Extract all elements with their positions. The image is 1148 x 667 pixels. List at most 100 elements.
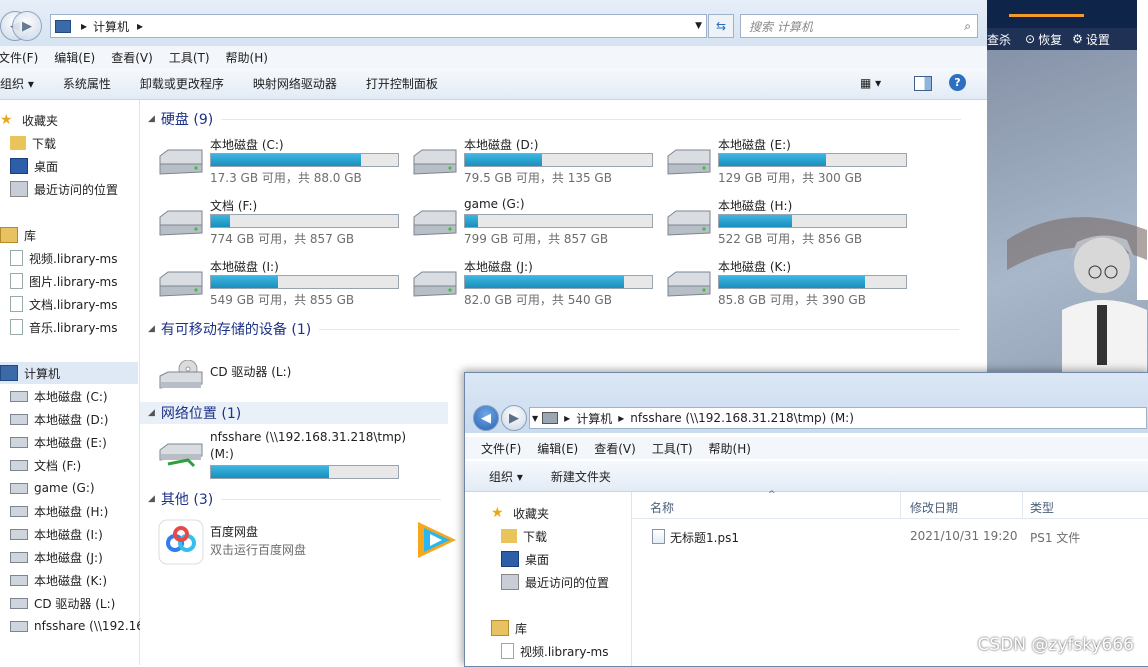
group-header-removable[interactable]: ◢ 有可移动存储的设备 (1) xyxy=(148,319,960,339)
recent-places-icon xyxy=(501,574,519,590)
disk-name: 本地磁盘 (H:) xyxy=(718,199,793,213)
w2-organize-button[interactable]: 组织 ▾ xyxy=(489,468,523,485)
w2-nav-favorites[interactable]: ★ 收藏夹 xyxy=(491,502,549,524)
nav-drive-item[interactable]: 文档 (F:) xyxy=(10,454,81,476)
disk-usage-bar xyxy=(718,214,907,228)
w2-nav-item-downloads[interactable]: 下载 xyxy=(501,525,547,547)
new-folder-button[interactable]: 新建文件夹 xyxy=(551,468,611,485)
column-type[interactable]: 类型 xyxy=(1030,499,1054,516)
network-drive-tile[interactable]: nfsshare (\\192.168.31.218\tmp) (M:) xyxy=(158,430,438,486)
w2-address-bar[interactable]: ▼ ▸ 计算机 ▸ nfsshare (\\192.168.31.218\tmp… xyxy=(529,407,1147,429)
search-input[interactable]: 搜索 计算机 ⌕ xyxy=(740,14,978,38)
help-icon[interactable]: ? xyxy=(949,74,966,91)
nav-drive-item[interactable]: nfsshare (\\192.168 xyxy=(10,615,152,637)
file-icon xyxy=(10,319,23,335)
tencent-video-icon[interactable] xyxy=(412,518,462,562)
usage-fill xyxy=(211,276,279,288)
preview-pane-icon[interactable] xyxy=(914,76,932,91)
disk-free-space: 82.0 GB 可用，共 540 GB xyxy=(464,293,612,307)
nav-library-documents[interactable]: 文档.library-ms xyxy=(10,293,117,315)
w2-menu-bar: 文件(F) 编辑(E) 查看(V) 工具(T) 帮助(H) xyxy=(465,437,1148,459)
baidu-netdisk-icon xyxy=(158,519,204,565)
menu-tools[interactable]: 工具(T) xyxy=(169,49,210,66)
nav-drive-item[interactable]: game (G:) xyxy=(10,477,95,499)
disk-tile[interactable]: 本地磁盘 (E:) 129 GB 可用，共 300 GB xyxy=(666,136,916,192)
nav-library-pictures[interactable]: 图片.library-ms xyxy=(10,270,117,292)
hard-drive-icon xyxy=(159,149,203,175)
address-bar[interactable]: ▸ 计算机 ▸ ▼ xyxy=(50,14,707,38)
system-properties-button[interactable]: 系统属性 xyxy=(63,75,111,92)
organize-button[interactable]: 组织 ▾ xyxy=(0,75,34,92)
nav-drive-item[interactable]: 本地磁盘 (H:) xyxy=(10,500,108,522)
menu-edit[interactable]: 编辑(E) xyxy=(54,49,95,66)
group-header-other[interactable]: ◢ 其他 (3) xyxy=(148,489,442,509)
w2-breadcrumb-computer[interactable]: 计算机 xyxy=(576,410,612,427)
bg-restore-button[interactable]: 恢复 xyxy=(1038,31,1062,48)
nav-item-downloads[interactable]: 下载 xyxy=(10,132,56,154)
forward-button[interactable]: ▶ xyxy=(12,11,42,41)
disk-tile[interactable]: 本地磁盘 (C:) 17.3 GB 可用，共 88.0 GB xyxy=(158,136,408,192)
menu-file[interactable]: 文件(F) xyxy=(0,49,38,66)
menu-help[interactable]: 帮助(H) xyxy=(226,49,268,66)
disk-tile[interactable]: 本地磁盘 (H:) 522 GB 可用，共 856 GB xyxy=(666,197,916,253)
disk-tile[interactable]: 本地磁盘 (K:) 85.8 GB 可用，共 390 GB xyxy=(666,258,916,314)
bg-app-progress xyxy=(1009,14,1084,17)
nav-favorites[interactable]: ★ 收藏夹 xyxy=(0,109,58,131)
w2-menu-file[interactable]: 文件(F) xyxy=(481,440,521,457)
open-control-panel-button[interactable]: 打开控制面板 xyxy=(366,75,438,92)
disk-tile[interactable]: 文档 (F:) 774 GB 可用，共 857 GB xyxy=(158,197,408,253)
nav-library-video[interactable]: 视频.library-ms xyxy=(10,247,117,269)
baidu-netdisk-tile[interactable]: 百度网盘 双击运行百度网盘 xyxy=(158,519,408,575)
usage-fill xyxy=(465,276,624,288)
disk-tile[interactable]: 本地磁盘 (I:) 549 GB 可用，共 855 GB xyxy=(158,258,408,314)
bg-settings-button[interactable]: 设置 xyxy=(1086,31,1110,48)
w2-forward-button[interactable]: ▶ xyxy=(501,405,527,431)
nav-drive-item[interactable]: 本地磁盘 (C:) xyxy=(10,385,108,407)
w2-menu-edit[interactable]: 编辑(E) xyxy=(537,440,578,457)
w2-menu-help[interactable]: 帮助(H) xyxy=(709,440,751,457)
w2-nav-item-desktop[interactable]: 桌面 xyxy=(501,548,549,570)
nav-drive-item[interactable]: 本地磁盘 (E:) xyxy=(10,431,107,453)
dropdown-arrow-icon[interactable]: ▼ xyxy=(695,21,702,31)
disk-tile[interactable]: game (G:) 799 GB 可用，共 857 GB xyxy=(412,197,662,253)
menu-view[interactable]: 查看(V) xyxy=(111,49,153,66)
gear-icon: ⚙ xyxy=(1072,32,1083,46)
column-name[interactable]: 名称 xyxy=(650,499,674,516)
group-header-hdd[interactable]: ◢ 硬盘 (9) xyxy=(148,109,962,129)
nav-item-recent[interactable]: 最近访问的位置 xyxy=(10,178,118,200)
nav-item-desktop[interactable]: 桌面 xyxy=(10,155,58,177)
group-header-network[interactable]: ◢ 网络位置 (1) xyxy=(140,402,448,424)
bg-kill-button[interactable]: 查杀 xyxy=(987,31,1011,48)
breadcrumb-computer[interactable]: 计算机 xyxy=(93,18,129,35)
nav-drive-item[interactable]: 本地磁盘 (I:) xyxy=(10,523,103,545)
nav-drive-item[interactable]: 本地磁盘 (D:) xyxy=(10,408,108,430)
map-network-drive-button[interactable]: 映射网络驱动器 xyxy=(253,75,337,92)
uninstall-program-button[interactable]: 卸载或更改程序 xyxy=(140,75,224,92)
nav-drive-item[interactable]: 本地磁盘 (K:) xyxy=(10,569,107,591)
view-options-icon[interactable]: ▦ ▾ xyxy=(860,76,886,90)
table-row[interactable]: 无标题1.ps1 2021/10/31 19:20 PS1 文件 xyxy=(632,526,1148,546)
w2-breadcrumb-share[interactable]: nfsshare (\\192.168.31.218\tmp) (M:) xyxy=(630,411,854,425)
network-drive-icon xyxy=(10,620,28,632)
column-date-modified[interactable]: 修改日期 xyxy=(910,499,958,516)
powershell-file-icon xyxy=(652,529,665,544)
w2-nav-item-recent[interactable]: 最近访问的位置 xyxy=(501,571,609,593)
nav-library-music[interactable]: 音乐.library-ms xyxy=(10,316,117,338)
w2-nav-library-video[interactable]: 视频.library-ms xyxy=(501,640,608,662)
disk-tile[interactable]: 本地磁盘 (D:) 79.5 GB 可用，共 135 GB xyxy=(412,136,662,192)
cd-drive-tile[interactable]: CD 驱动器 (L:) xyxy=(158,350,408,406)
collapse-arrow-icon: ◢ xyxy=(148,408,155,418)
w2-nav-libraries[interactable]: 库 xyxy=(491,617,527,639)
nav-libraries[interactable]: 库 xyxy=(0,224,36,246)
disk-tile[interactable]: 本地磁盘 (J:) 82.0 GB 可用，共 540 GB xyxy=(412,258,662,314)
refresh-button[interactable]: ⇆ xyxy=(708,14,734,38)
nav-computer[interactable]: 计算机 xyxy=(0,362,138,384)
hard-drive-icon xyxy=(10,459,28,471)
w2-menu-tools[interactable]: 工具(T) xyxy=(652,440,693,457)
download-folder-icon xyxy=(10,136,26,150)
nav-drive-item[interactable]: 本地磁盘 (J:) xyxy=(10,546,103,568)
w2-menu-view[interactable]: 查看(V) xyxy=(594,440,636,457)
nav-drive-item[interactable]: CD 驱动器 (L:) xyxy=(10,592,115,614)
usage-fill xyxy=(465,215,479,227)
w2-back-button[interactable]: ◀ xyxy=(473,405,499,431)
